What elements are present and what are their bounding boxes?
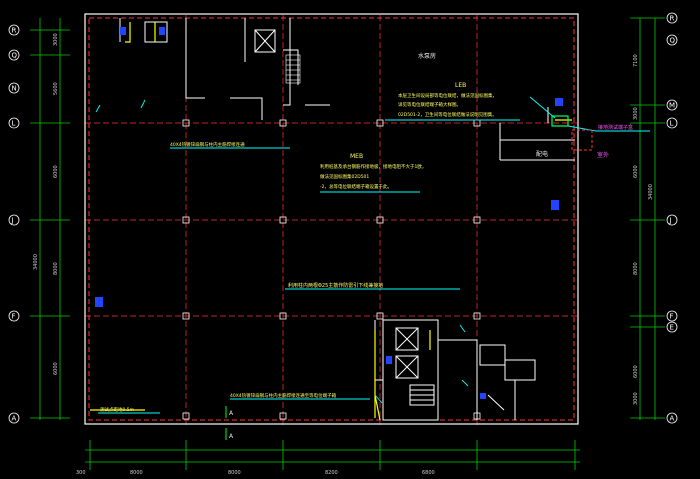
- axis-left-A: A: [12, 415, 17, 423]
- interior-walls: [119, 18, 575, 161]
- test-point-note: 测试点距地0.5m: [100, 406, 134, 413]
- meb-line-2: 做法见国标图集02D501: [320, 173, 369, 180]
- axis-grid: [85, 15, 580, 425]
- led-line-2: 详见等电位联结端子箱大样图。: [398, 101, 461, 108]
- axis-left-F: F: [12, 313, 16, 321]
- column-rebar-note: 利用柱内两根Φ25主筋作防雷引下线兼接地: [288, 282, 383, 289]
- right-axis-bubbles: [666, 12, 678, 424]
- axis-left-L: L: [12, 120, 16, 128]
- grounding-box-label: 接地测试端子盒: [598, 124, 633, 131]
- dim-left-5: 6000: [53, 362, 59, 375]
- dim-bottom-1: 300: [76, 470, 86, 476]
- meb-line-1: 利用桩基及承台钢筋作接地极，接地电阻不大于1欧，: [320, 163, 426, 170]
- meb-title: MEB: [350, 153, 363, 160]
- section-marks: A A: [225, 406, 234, 440]
- axis-right-L: L: [670, 120, 674, 128]
- dim-bottom-2: 8000: [130, 470, 143, 476]
- dim-left-2: 5600: [53, 82, 59, 95]
- axis-right-A: A: [670, 415, 675, 423]
- outer-walls: [84, 13, 579, 425]
- room-label-shaft: 配电: [536, 150, 548, 158]
- led-line-1: 本层卫生间设局部等电位联结，做法见国标图集，: [398, 92, 497, 99]
- dim-bottom-3: 8000: [228, 470, 241, 476]
- dim-right-outer: 34000: [648, 184, 654, 200]
- dim-right-5: 6000: [633, 365, 639, 378]
- dimension-lines: [30, 17, 665, 470]
- led-line-3: 02D501-2，卫生间等电位联结做法说明见图集。: [398, 111, 497, 118]
- axis-right-F: F: [670, 313, 674, 321]
- flat-steel-note-2: 40X4热镀锌扁钢与柱内主筋焊接连通至等电位端子箱: [230, 392, 337, 399]
- flat-steel-note-1: 40X4热镀锌扁钢与柱内主筋焊接连通: [170, 141, 245, 148]
- room-label-outside: 室外: [597, 151, 609, 159]
- dim-right-1: 7100: [633, 54, 639, 67]
- cad-floor-plan: 水泵房 配电 室外 接地测试端子盒 LEB 本层卫生间设局部等电位联结，做法见国…: [8, 12, 678, 476]
- room-label-pump: 水泵房: [418, 52, 436, 60]
- dim-bottom-5: 6800: [422, 470, 435, 476]
- axis-left-Q: Q: [12, 52, 18, 60]
- axis-left-R: R: [12, 27, 17, 35]
- section-mark-top: A: [229, 410, 234, 417]
- dim-left-3: 6000: [53, 165, 59, 178]
- grounding-conductors: [90, 22, 572, 421]
- axis-right-Q: Q: [670, 37, 676, 45]
- axis-right-M: M: [669, 102, 675, 110]
- dim-left-1: 3000: [53, 33, 59, 46]
- doors: [95, 27, 563, 399]
- axis-right-E: E: [670, 324, 674, 332]
- axis-right-R: R: [670, 15, 675, 23]
- core-bottom: [374, 319, 536, 421]
- axis-left-N: N: [12, 85, 17, 93]
- axis-right-J: J: [669, 217, 672, 225]
- dim-right-2: 3000: [633, 107, 639, 120]
- section-mark-bottom: A: [229, 433, 234, 440]
- dim-right-3: 6000: [633, 165, 639, 178]
- dim-right-6: 3000: [633, 392, 639, 405]
- dim-left-4: 8000: [53, 262, 59, 275]
- meb-line-3: -2，总等电位联结端子箱设置于此。: [320, 183, 392, 190]
- dim-right-4: 8000: [633, 262, 639, 275]
- axis-left-J: J: [11, 217, 14, 225]
- led-title: LEB: [455, 82, 466, 89]
- dim-left-outer: 34000: [33, 254, 39, 270]
- dim-bottom-4: 8200: [325, 470, 338, 476]
